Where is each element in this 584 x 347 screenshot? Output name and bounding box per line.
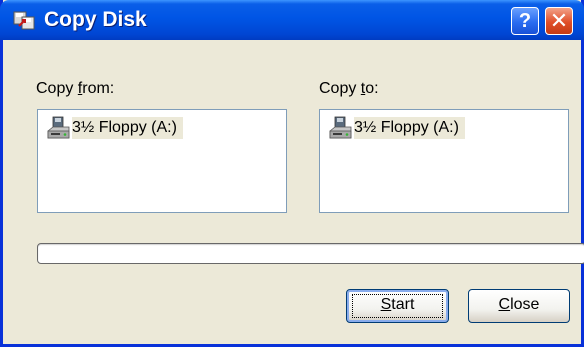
floppy-drive-icon xyxy=(47,116,70,139)
copy-disk-window: Copy Disk ? ✕ Copy from: 3½ Floppy (A:) … xyxy=(0,0,584,347)
close-button[interactable]: Close xyxy=(468,289,570,323)
close-window-button[interactable]: ✕ xyxy=(545,7,573,35)
copy-to-drive-label: 3½ Floppy (A:) xyxy=(354,117,465,139)
copy-from-list[interactable]: 3½ Floppy (A:) xyxy=(37,109,287,213)
focus-rectangle xyxy=(352,294,443,318)
copy-progress-bar xyxy=(37,243,584,264)
copy-from-label: Copy from: xyxy=(36,80,115,97)
close-icon: ✕ xyxy=(549,8,569,33)
copy-disk-icon xyxy=(13,11,35,30)
title-bar[interactable]: Copy Disk ? ✕ xyxy=(0,0,584,40)
floppy-drive-icon xyxy=(329,116,352,139)
start-button[interactable]: Start xyxy=(346,289,449,323)
copy-to-list[interactable]: 3½ Floppy (A:) xyxy=(319,109,569,213)
help-button[interactable]: ? xyxy=(511,7,539,35)
help-icon: ? xyxy=(518,10,532,32)
copy-to-label: Copy to: xyxy=(319,80,379,97)
copy-from-drive-label: 3½ Floppy (A:) xyxy=(72,117,183,139)
window-title: Copy Disk xyxy=(44,8,147,31)
